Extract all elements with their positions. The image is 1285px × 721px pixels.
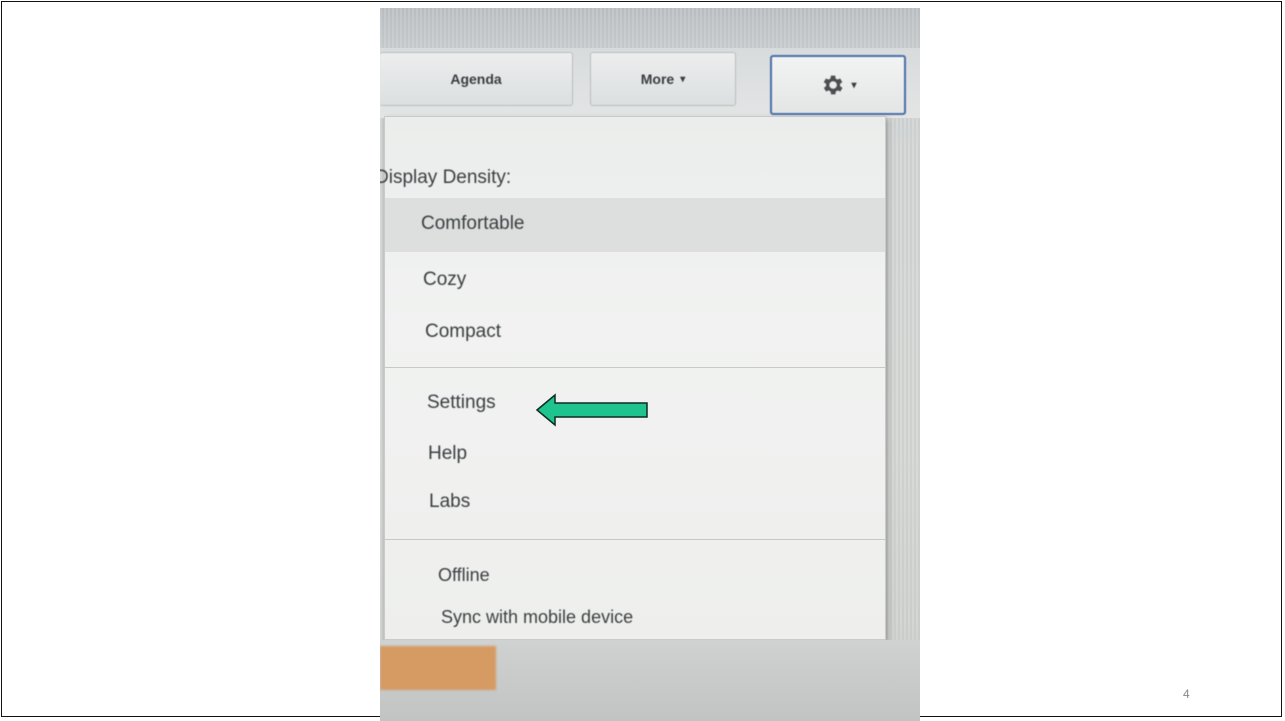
density-option-comfortable[interactable]: Comfortable xyxy=(421,213,525,235)
gear-icon xyxy=(824,75,843,95)
density-option-cozy[interactable]: Cozy xyxy=(423,269,466,291)
more-label: More xyxy=(640,71,675,87)
menu-divider xyxy=(385,367,885,368)
menu-item-labs[interactable]: Labs xyxy=(429,491,470,513)
menu-item-sync-mobile[interactable]: Sync with mobile device xyxy=(441,607,633,628)
slide: Agenda More ▾ ▾ Display Density: Comfort… xyxy=(1,1,1282,721)
menu-divider xyxy=(385,539,885,540)
display-density-header: Display Density: xyxy=(380,167,512,188)
menu-item-help[interactable]: Help xyxy=(428,443,467,465)
more-button[interactable]: More ▾ xyxy=(590,52,736,106)
agenda-label: Agenda xyxy=(450,71,502,87)
arrow-shape xyxy=(535,393,648,427)
menu-item-settings[interactable]: Settings xyxy=(427,392,496,414)
settings-dropdown-menu: Display Density: Comfortable Cozy Compac… xyxy=(380,116,886,640)
menu-item-offline[interactable]: Offline xyxy=(438,565,490,586)
density-option-compact[interactable]: Compact xyxy=(425,321,501,343)
slide-page-number: 4 xyxy=(1183,687,1190,701)
agenda-button[interactable]: Agenda xyxy=(380,52,573,106)
orange-panel-fragment xyxy=(380,646,496,690)
settings-gear-button[interactable]: ▾ xyxy=(770,55,906,115)
annotation-arrow-icon xyxy=(535,393,648,427)
screenshot-photo: Agenda More ▾ ▾ Display Density: Comfort… xyxy=(380,8,920,721)
chevron-down-icon: ▾ xyxy=(680,73,686,85)
chevron-down-icon: ▾ xyxy=(851,79,857,91)
